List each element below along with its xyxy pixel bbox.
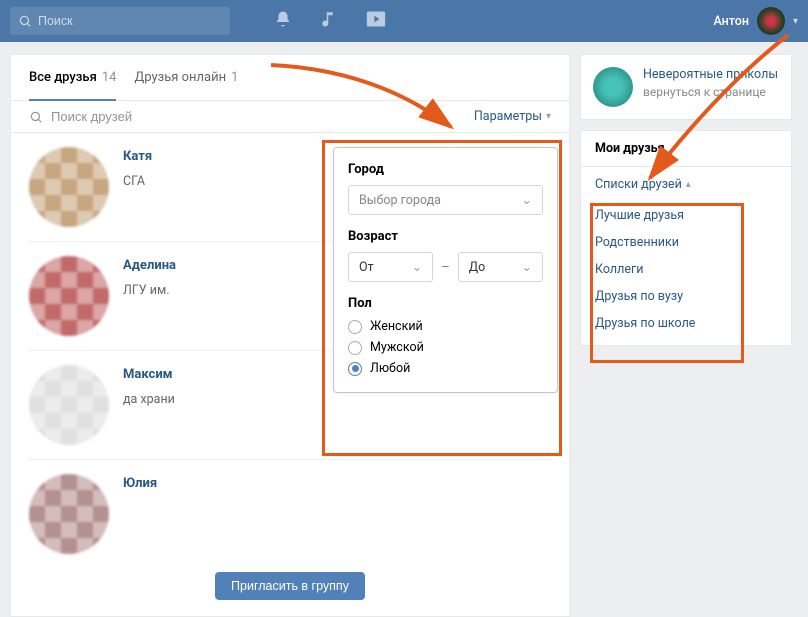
chevron-down-icon: ⌄ bbox=[522, 259, 532, 275]
chevron-down-icon: ▾ bbox=[546, 111, 551, 122]
friend-lists: Лучшие друзья Родственники Коллеги Друзь… bbox=[581, 202, 791, 345]
friends-panel: Все друзья 14 Друзья онлайн 1 Параметры … bbox=[10, 54, 570, 617]
tab-count: 14 bbox=[102, 70, 117, 85]
filter-age-label: Возраст bbox=[348, 229, 543, 244]
avatar bbox=[29, 365, 109, 445]
friend-list-item[interactable]: Лучшие друзья bbox=[595, 208, 777, 223]
friends-search-input[interactable] bbox=[51, 109, 231, 124]
friends-search[interactable] bbox=[29, 109, 474, 124]
tab-count: 1 bbox=[231, 70, 238, 85]
user-name: Антон bbox=[713, 14, 749, 29]
gender-option-male[interactable]: Мужской bbox=[348, 340, 543, 355]
friend-subtitle: СГА bbox=[123, 174, 152, 189]
tab-label: Все друзья bbox=[29, 70, 97, 85]
promo-title: Невероятные приколы bbox=[643, 67, 778, 83]
friend-name[interactable]: Юлия bbox=[123, 476, 157, 491]
play-icon[interactable] bbox=[366, 10, 386, 32]
gender-option-female[interactable]: Женский bbox=[348, 319, 543, 334]
search-icon bbox=[29, 110, 43, 124]
age-to-value: До bbox=[469, 260, 486, 275]
age-from-value: От bbox=[359, 260, 374, 275]
top-bar: Антон ▾ bbox=[0, 0, 808, 42]
music-icon[interactable] bbox=[320, 10, 338, 32]
search-icon bbox=[18, 14, 32, 28]
friend-list-item[interactable]: Родственники bbox=[595, 235, 777, 250]
tabs: Все друзья 14 Друзья онлайн 1 bbox=[11, 55, 569, 101]
age-from-select[interactable]: От ⌄ bbox=[348, 252, 433, 282]
sidebar-lists: Мои друзья Списки друзей ▴ Лучшие друзья… bbox=[580, 130, 792, 346]
age-to-select[interactable]: До ⌄ bbox=[458, 252, 543, 282]
city-select-value: Выбор города bbox=[359, 193, 441, 208]
filter-city-label: Город bbox=[348, 162, 543, 177]
friend-name[interactable]: Максим bbox=[123, 367, 175, 382]
avatar bbox=[29, 474, 109, 554]
tab-friends-online[interactable]: Друзья онлайн 1 bbox=[134, 55, 238, 100]
tab-label: Друзья онлайн bbox=[134, 70, 226, 85]
bell-icon[interactable] bbox=[274, 10, 292, 32]
avatar bbox=[29, 147, 109, 227]
friend-list-item[interactable]: Друзья по вузу bbox=[595, 289, 777, 304]
promo-back-link[interactable]: вернуться к странице bbox=[643, 85, 778, 99]
chevron-down-icon: ▾ bbox=[793, 16, 798, 27]
friend-list-item[interactable]: Друзья по школе bbox=[595, 316, 777, 331]
global-search[interactable] bbox=[10, 7, 230, 35]
city-select[interactable]: Выбор города ⌄ bbox=[348, 185, 543, 215]
friends-toolbar: Параметры ▾ bbox=[11, 101, 569, 133]
invite-to-group-button[interactable]: Пригласить в группу bbox=[215, 572, 365, 600]
chevron-up-icon: ▴ bbox=[686, 179, 691, 190]
chevron-down-icon: ⌄ bbox=[412, 259, 422, 275]
friend-subtitle: да храни bbox=[123, 392, 175, 407]
dash: – bbox=[441, 260, 450, 275]
avatar bbox=[593, 67, 633, 107]
my-friends-section[interactable]: Мои друзья bbox=[581, 131, 791, 166]
avatar bbox=[757, 7, 785, 35]
avatar bbox=[29, 256, 109, 336]
top-icons bbox=[274, 10, 386, 32]
friend-list-item[interactable]: Коллеги bbox=[595, 262, 777, 277]
list-item[interactable]: Юлия bbox=[29, 460, 551, 560]
chevron-down-icon: ⌄ bbox=[522, 192, 532, 208]
friend-subtitle: ЛГУ им. bbox=[123, 283, 176, 298]
filter-gender-label: Пол bbox=[348, 296, 543, 311]
gender-option-any[interactable]: Любой bbox=[348, 361, 543, 376]
friend-name[interactable]: Катя bbox=[123, 149, 152, 164]
global-search-input[interactable] bbox=[38, 14, 208, 28]
filter-panel: Город Выбор города ⌄ Возраст От ⌄ – До ⌄ bbox=[333, 147, 558, 393]
filter-params-toggle[interactable]: Параметры ▾ bbox=[474, 109, 551, 124]
tab-all-friends[interactable]: Все друзья 14 bbox=[29, 55, 116, 100]
friend-name[interactable]: Аделина bbox=[123, 258, 176, 273]
user-menu[interactable]: Антон ▾ bbox=[713, 7, 798, 35]
promo-card[interactable]: Невероятные приколы вернуться к странице bbox=[580, 54, 792, 120]
params-label: Параметры bbox=[474, 109, 542, 124]
friend-lists-toggle[interactable]: Списки друзей ▴ bbox=[581, 167, 791, 202]
